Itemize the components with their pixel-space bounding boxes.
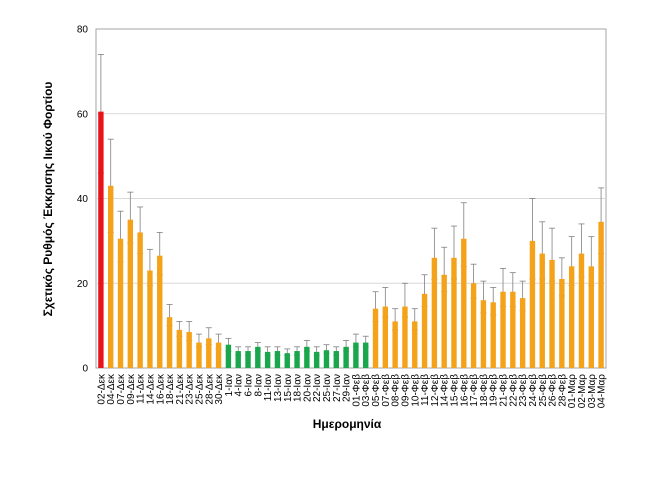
bar	[549, 259, 555, 368]
bar	[598, 221, 604, 368]
bar	[147, 270, 153, 368]
error-bars	[97, 54, 605, 356]
bar	[108, 185, 114, 368]
bar	[392, 321, 398, 368]
bar	[255, 346, 261, 368]
bar	[470, 283, 477, 368]
bar	[402, 306, 408, 368]
chart: 0 20 40 60 80 02-Δεκ04-Δεκ07-Δεκ09-Δεκ11-Δεκ…	[41, 25, 608, 432]
bar	[353, 342, 359, 368]
bar	[363, 342, 369, 368]
bar	[578, 253, 585, 368]
bar	[500, 291, 506, 368]
bar	[206, 338, 212, 368]
bar	[529, 240, 536, 368]
bar	[382, 306, 389, 368]
bar	[157, 255, 163, 368]
bar	[539, 253, 545, 368]
bar	[421, 293, 428, 368]
bar	[264, 351, 271, 368]
bar	[284, 353, 290, 368]
bar	[323, 350, 330, 368]
bar	[196, 342, 202, 368]
bar	[186, 331, 192, 368]
x-tick-label: 04-Μαρ	[597, 374, 608, 409]
bars	[98, 111, 604, 368]
bar	[412, 321, 418, 368]
y-tick-label: 20	[77, 279, 89, 290]
y-axis-title: Σχετικός Ρυθμός Έκκρισης Ιικού Φορτίου	[41, 82, 55, 317]
bar	[333, 351, 339, 368]
bar	[519, 298, 526, 368]
bar	[117, 238, 124, 368]
bar	[568, 266, 575, 368]
bar	[274, 351, 281, 368]
bar	[127, 219, 134, 368]
bar	[461, 238, 467, 368]
bar	[98, 111, 104, 368]
bar	[304, 346, 310, 368]
y-tick-label: 80	[77, 25, 89, 36]
y-tick-label: 40	[77, 194, 89, 205]
y-tick-label: 0	[82, 364, 88, 375]
bar	[176, 329, 183, 368]
bar	[313, 351, 320, 368]
bar	[372, 308, 379, 368]
bar	[294, 351, 300, 368]
bar	[215, 342, 222, 368]
bar	[137, 232, 143, 368]
bar	[490, 302, 496, 368]
bar	[588, 266, 594, 368]
bar	[510, 291, 516, 368]
bar	[451, 257, 457, 368]
x-axis-title: Ημερομηνία	[313, 417, 382, 431]
bar	[480, 300, 487, 368]
x-tick-labels: 02-Δεκ04-Δεκ07-Δεκ09-Δεκ11-Δεκ14-Δεκ16-Δ…	[96, 373, 607, 408]
y-tick-labels: 0 20 40 60 80	[77, 25, 89, 375]
bar	[343, 346, 349, 368]
bar	[225, 344, 232, 368]
bar	[235, 351, 241, 368]
bar	[245, 351, 251, 368]
bar	[441, 274, 447, 368]
bar	[431, 257, 438, 368]
bar	[166, 317, 173, 368]
y-tick-label: 60	[77, 109, 89, 120]
bar	[559, 279, 565, 368]
